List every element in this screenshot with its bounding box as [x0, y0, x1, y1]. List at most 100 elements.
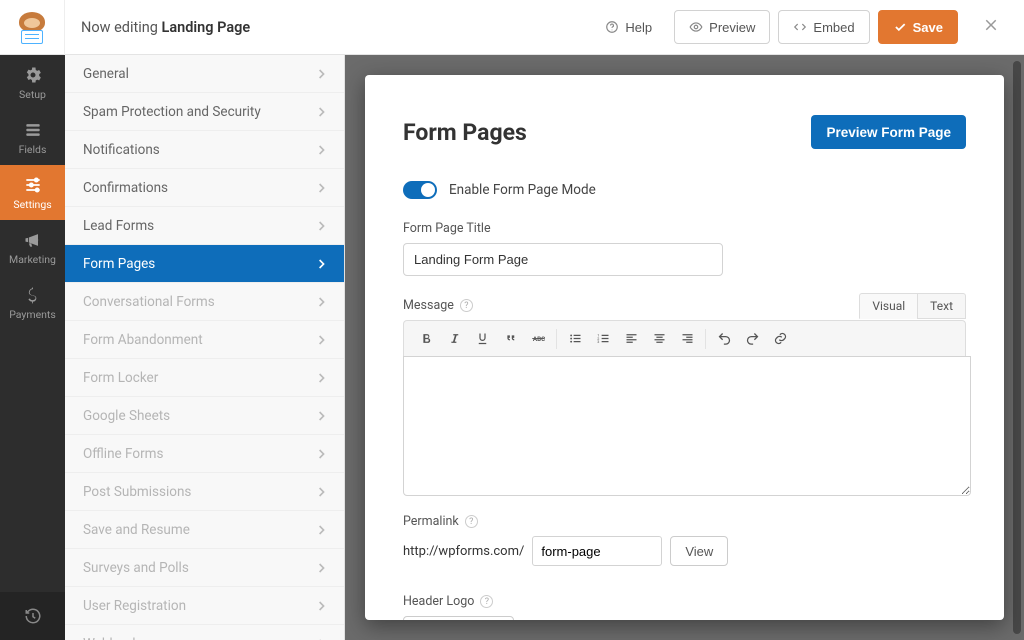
settings-item-label: Form Locker [83, 370, 158, 386]
settings-item-confirmations[interactable]: Confirmations [65, 169, 344, 207]
settings-item-label: Form Abandonment [83, 332, 203, 348]
embed-button[interactable]: Embed [778, 10, 869, 44]
rail-label: Payments [9, 308, 56, 321]
bullhorn-icon [23, 230, 43, 250]
preview-form-page-button[interactable]: Preview Form Page [811, 115, 966, 149]
bold-button[interactable] [412, 326, 440, 352]
rail-label: Settings [13, 198, 51, 211]
close-icon [982, 16, 1000, 34]
save-button[interactable]: Save [878, 10, 958, 44]
rail-item-payments[interactable]: Payments [0, 275, 65, 330]
dollar-icon [23, 285, 43, 305]
settings-item-label: Surveys and Polls [83, 560, 189, 576]
mascot-icon [14, 11, 50, 43]
rail-item-fields[interactable]: Fields [0, 110, 65, 165]
chevron-right-icon [318, 106, 326, 118]
editor-tab-text[interactable]: Text [917, 293, 966, 319]
align-right-button[interactable] [673, 326, 701, 352]
settings-item-user-registration[interactable]: User Registration [65, 587, 344, 625]
app-logo [0, 0, 65, 55]
settings-sidebar[interactable]: General Spam Protection and Security Notif… [65, 55, 345, 640]
message-textarea[interactable] [403, 356, 971, 496]
bullet-list-button[interactable] [561, 326, 589, 352]
preview-button[interactable]: Preview [674, 10, 770, 44]
underline-button[interactable] [468, 326, 496, 352]
settings-item-label: Form Pages [83, 256, 155, 272]
settings-item-post-submissions[interactable]: Post Submissions [65, 473, 344, 511]
align-left-button[interactable] [617, 326, 645, 352]
chevron-right-icon [318, 372, 326, 384]
settings-item-label: Lead Forms [83, 218, 154, 234]
form-pages-panel: Form Pages Preview Form Page Enable Form… [365, 75, 1004, 620]
link-button[interactable] [766, 326, 794, 352]
help-icon [605, 20, 619, 34]
strikethrough-button[interactable]: ABC [524, 326, 552, 352]
rail-label: Fields [19, 143, 47, 156]
close-button[interactable] [974, 15, 1008, 40]
editor-tab-visual[interactable]: Visual [859, 293, 917, 319]
settings-item-lead-forms[interactable]: Lead Forms [65, 207, 344, 245]
align-center-button[interactable] [645, 326, 673, 352]
settings-item-conversational-forms[interactable]: Conversational Forms [65, 283, 344, 321]
upload-image-button[interactable]: Upload Image [403, 616, 514, 620]
settings-item-label: Notifications [83, 142, 160, 158]
settings-item-webhooks[interactable]: Webhooks [65, 625, 344, 640]
settings-item-save-and-resume[interactable]: Save and Resume [65, 511, 344, 549]
settings-item-label: Offline Forms [83, 446, 163, 462]
settings-item-general[interactable]: General [65, 55, 344, 93]
settings-item-label: Webhooks [83, 636, 146, 640]
undo-button[interactable] [710, 326, 738, 352]
help-tooltip-icon[interactable]: ? [480, 595, 493, 608]
settings-item-form-pages[interactable]: Form Pages [65, 245, 344, 283]
message-editor: Visual Text ABC 123 [403, 320, 966, 496]
chevron-right-icon [318, 448, 326, 460]
view-permalink-button[interactable]: View [670, 536, 728, 566]
rail-item-settings[interactable]: Settings [0, 165, 65, 220]
gear-icon [23, 65, 43, 85]
settings-item-label: Spam Protection and Security [83, 104, 261, 120]
top-bar: Now editing Landing Page Help Preview Em… [0, 0, 1024, 55]
primary-nav-rail: Setup Fields Settings Marketing Payments [0, 55, 65, 640]
settings-item-label: General [83, 66, 129, 82]
settings-item-form-abandonment[interactable]: Form Abandonment [65, 321, 344, 359]
rail-item-marketing[interactable]: Marketing [0, 220, 65, 275]
help-tooltip-icon[interactable]: ? [465, 515, 478, 528]
rail-item-setup[interactable]: Setup [0, 55, 65, 110]
main-area: Setup Fields Settings Marketing Payments [0, 55, 1024, 640]
settings-item-label: User Registration [83, 598, 186, 614]
rail-label: Marketing [9, 253, 56, 266]
chevron-right-icon [318, 68, 326, 80]
chevron-right-icon [318, 524, 326, 536]
content-stage: Form Pages Preview Form Page Enable Form… [345, 55, 1024, 640]
form-page-title-input[interactable] [403, 243, 723, 276]
form-page-title-label: Form Page Title [403, 221, 966, 236]
blockquote-button[interactable] [496, 326, 524, 352]
editing-title: Landing Page [162, 19, 251, 36]
chevron-right-icon [318, 334, 326, 346]
italic-button[interactable] [440, 326, 468, 352]
numbered-list-button[interactable]: 123 [589, 326, 617, 352]
help-button[interactable]: Help [591, 10, 666, 44]
redo-button[interactable] [738, 326, 766, 352]
settings-item-offline-forms[interactable]: Offline Forms [65, 435, 344, 473]
chevron-right-icon [318, 258, 326, 270]
editing-prefix: Now editing [81, 19, 162, 36]
enable-form-page-toggle[interactable] [403, 181, 437, 199]
rail-history-button[interactable] [0, 592, 65, 640]
editor-toolbar: ABC 123 [403, 320, 966, 356]
chevron-right-icon [318, 144, 326, 156]
svg-text:3: 3 [597, 340, 599, 344]
help-tooltip-icon[interactable]: ? [460, 299, 473, 312]
editing-context: Now editing Landing Page [65, 19, 250, 36]
header-logo-label: Header Logo ? [403, 594, 966, 609]
settings-item-notifications[interactable]: Notifications [65, 131, 344, 169]
settings-item-surveys-and-polls[interactable]: Surveys and Polls [65, 549, 344, 587]
chevron-right-icon [318, 182, 326, 194]
enable-form-page-label: Enable Form Page Mode [449, 182, 596, 198]
permalink-slug-input[interactable] [532, 536, 662, 566]
settings-item-label: Post Submissions [83, 484, 191, 500]
settings-item-google-sheets[interactable]: Google Sheets [65, 397, 344, 435]
settings-item-spam-protection-and-security[interactable]: Spam Protection and Security [65, 93, 344, 131]
settings-item-form-locker[interactable]: Form Locker [65, 359, 344, 397]
form-icon [23, 120, 43, 140]
